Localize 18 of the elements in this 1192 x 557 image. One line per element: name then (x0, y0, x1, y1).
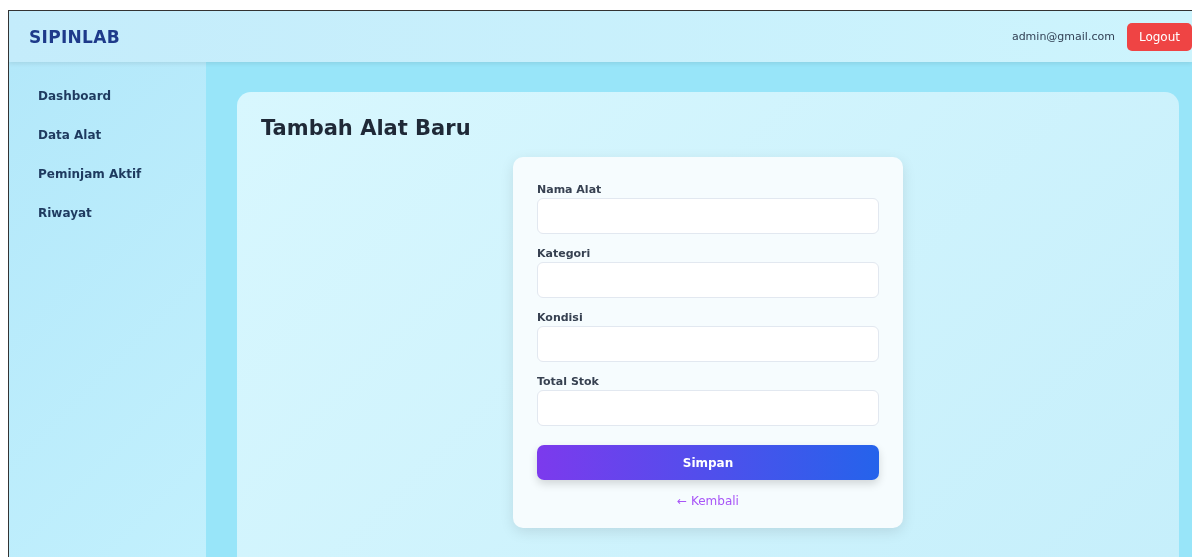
logout-button[interactable]: Logout (1126, 22, 1192, 51)
back-link[interactable]: ← Kembali (677, 494, 739, 508)
sidebar-item[interactable]: Dashboard (38, 88, 206, 104)
save-button[interactable]: Simpan (537, 445, 879, 480)
sidebar-item[interactable]: Riwayat (38, 205, 206, 221)
brand-logo: SIPINLAB (29, 26, 120, 47)
page-title: Tambah Alat Baru (261, 116, 472, 140)
input-field[interactable] (537, 390, 879, 426)
field-label: Kondisi (537, 311, 584, 324)
field-label: Nama Alat (537, 183, 603, 196)
field-label: Kategori (537, 247, 592, 260)
user-email: admin@gmail.com (1011, 30, 1115, 43)
sidebar-item[interactable]: Peminjam Aktif (38, 166, 206, 182)
input-field[interactable] (537, 262, 879, 298)
field-label: Total Stok (537, 375, 600, 388)
sidebar-item[interactable]: Data Alat (38, 127, 206, 143)
input-field[interactable] (537, 198, 879, 234)
input-field[interactable] (537, 326, 879, 362)
